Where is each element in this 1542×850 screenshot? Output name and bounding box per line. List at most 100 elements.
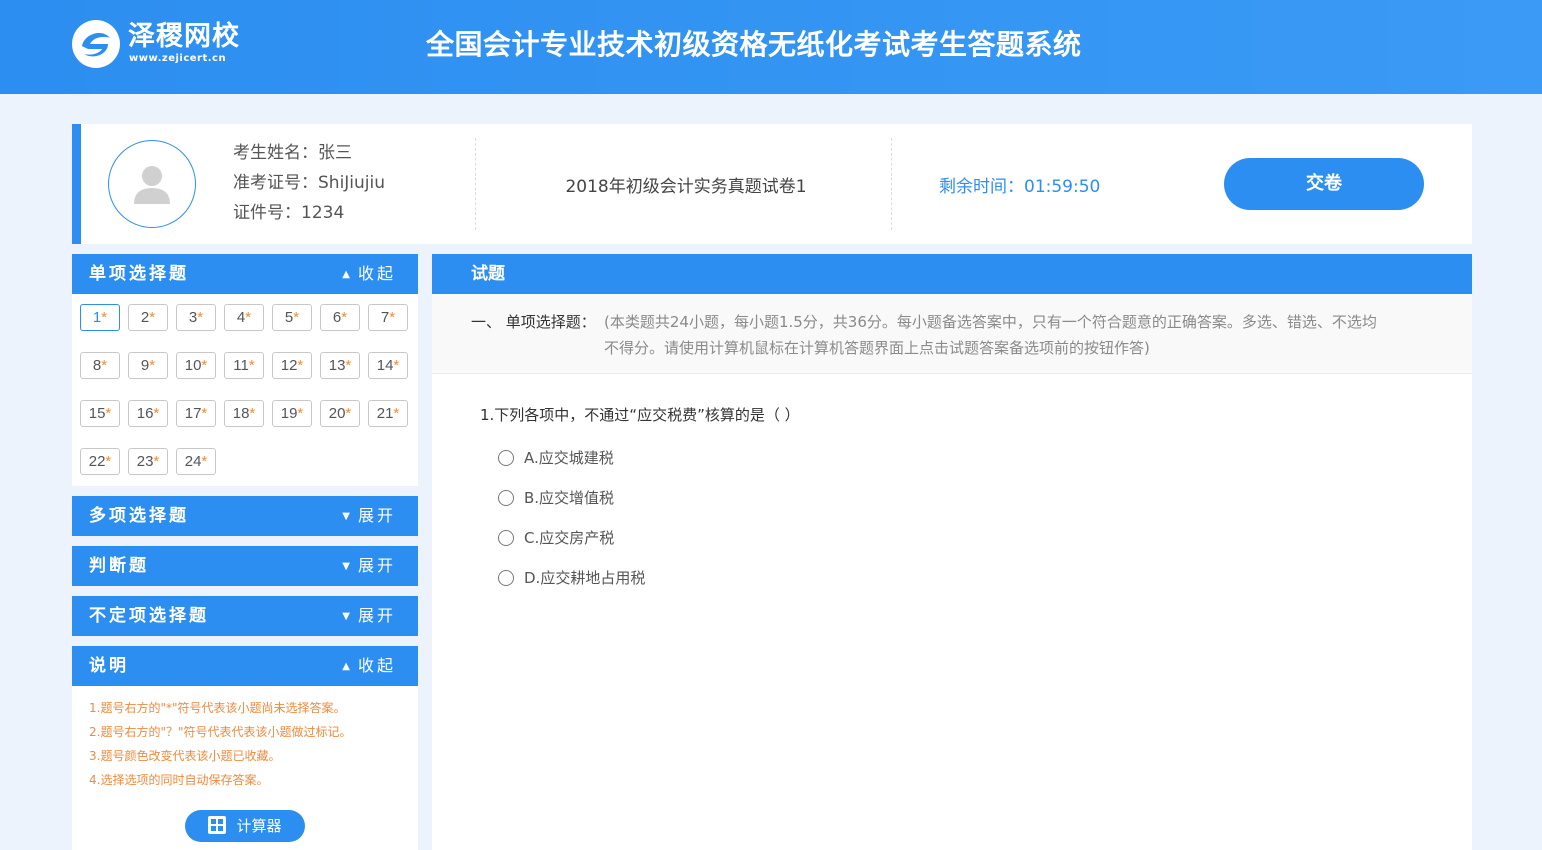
timer-label: 剩余时间： <box>939 177 1024 197</box>
question-number-button[interactable]: 2* <box>128 304 168 331</box>
question-number-button[interactable]: 21* <box>368 400 408 427</box>
unanswered-star-icon: * <box>249 405 256 422</box>
question-number-button[interactable]: 7* <box>368 304 408 331</box>
brand-name: 泽稷网校 <box>128 21 240 52</box>
question-number: 8 <box>92 357 102 374</box>
unanswered-star-icon: * <box>101 309 108 326</box>
caret-up-icon: ▲ <box>342 661 350 672</box>
unanswered-star-icon: * <box>149 309 156 326</box>
instructions-text: (本类题共24小题，每小题1.5分，共36分。每小题备选答案中，只有一个符合题意… <box>604 313 1377 331</box>
question-panel-title: 试题 <box>471 264 505 284</box>
calculator-button[interactable]: 计算器 <box>185 810 305 842</box>
question-panel-header: 试题 <box>432 254 1472 294</box>
radio-button[interactable] <box>498 490 514 506</box>
question-number: 18 <box>232 405 250 422</box>
toggle-label: 收起 <box>357 264 396 283</box>
unanswered-star-icon: * <box>345 405 352 422</box>
question-number: 15 <box>88 405 106 422</box>
question-number-button[interactable]: 22* <box>80 448 120 475</box>
submit-button[interactable]: 交卷 <box>1224 158 1424 210</box>
section-notes-header[interactable]: 说明 ▲ 收起 <box>72 646 418 686</box>
question-number: 21 <box>376 405 394 422</box>
question-stem: 1.下列各项中，不通过“应交税费”核算的是（ ） <box>480 406 800 424</box>
collapse-toggle[interactable]: ▲ 收起 <box>342 254 396 295</box>
question-number-button[interactable]: 5* <box>272 304 312 331</box>
question-number-button[interactable]: 15* <box>80 400 120 427</box>
expand-toggle[interactable]: ▼ 展开 <box>342 496 396 537</box>
unanswered-star-icon: * <box>393 405 400 422</box>
caret-down-icon: ▼ <box>342 611 350 622</box>
section-title: 多项选择题 <box>89 506 189 526</box>
candidate-name: 张三 <box>318 143 352 163</box>
question-number-button[interactable]: 18* <box>224 400 264 427</box>
question-number: 2 <box>140 309 150 326</box>
answer-option-b[interactable]: B.应交增值税 <box>498 488 614 508</box>
question-number: 7 <box>380 309 390 326</box>
toggle-label: 展开 <box>357 556 396 575</box>
expand-toggle[interactable]: ▼ 展开 <box>342 596 396 637</box>
question-number-button[interactable]: 1* <box>80 304 120 331</box>
unanswered-star-icon: * <box>197 309 204 326</box>
question-number: 19 <box>280 405 298 422</box>
brand-logo-icon <box>72 20 120 68</box>
section-single-choice-header[interactable]: 单项选择题 ▲ 收起 <box>72 254 418 294</box>
instructions-text: 不得分。请使用计算机鼠标在计算机答题界面上点击试题答案备选项前的按钮作答) <box>604 339 1150 357</box>
remaining-time: 剩余时间：01:59:50 <box>939 172 1100 197</box>
question-panel: 一、 单项选择题： (本类题共24小题，每小题1.5分，共36分。每小题备选答案… <box>432 294 1472 850</box>
question-number-button[interactable]: 13* <box>320 352 360 379</box>
question-number-button[interactable]: 3* <box>176 304 216 331</box>
question-number-button[interactable]: 20* <box>320 400 360 427</box>
question-number: 20 <box>328 405 346 422</box>
question-number-button[interactable]: 19* <box>272 400 312 427</box>
question-number: 3 <box>188 309 198 326</box>
question-number-button[interactable]: 24* <box>176 448 216 475</box>
collapse-toggle[interactable]: ▲ 收起 <box>342 646 396 687</box>
candidate-ticket-row: 准考证号：ShiJiujiu <box>233 171 385 195</box>
question-number-button[interactable]: 17* <box>176 400 216 427</box>
question-number-button[interactable]: 6* <box>320 304 360 331</box>
candidate-name-label: 考生姓名： <box>233 143 318 163</box>
candidate-id-row: 证件号：1234 <box>233 201 344 225</box>
note-item: 2.题号右方的"？"符号代表代表该小题做过标记。 <box>89 725 352 739</box>
answer-option-c[interactable]: C.应交房产税 <box>498 528 614 548</box>
brand-url: www.zejicert.cn <box>129 53 227 64</box>
question-number-button[interactable]: 4* <box>224 304 264 331</box>
unanswered-star-icon: * <box>105 405 112 422</box>
section-title: 说明 <box>89 656 129 676</box>
app-title: 全国会计专业技术初级资格无纸化考试考生答题系统 <box>426 28 1082 61</box>
question-number-button[interactable]: 12* <box>272 352 312 379</box>
question-number-button[interactable]: 23* <box>128 448 168 475</box>
question-number: 16 <box>136 405 154 422</box>
question-number-button[interactable]: 9* <box>128 352 168 379</box>
question-number-button[interactable]: 11* <box>224 352 264 379</box>
radio-button[interactable] <box>498 570 514 586</box>
calculator-icon <box>208 816 227 834</box>
unanswered-star-icon: * <box>245 309 252 326</box>
section-true-false-header[interactable]: 判断题 ▼ 展开 <box>72 546 418 586</box>
question-number: 17 <box>184 405 202 422</box>
question-number-button[interactable]: 16* <box>128 400 168 427</box>
section-indefinite-choice-header[interactable]: 不定项选择题 ▼ 展开 <box>72 596 418 636</box>
section-multiple-choice-header[interactable]: 多项选择题 ▼ 展开 <box>72 496 418 536</box>
radio-button[interactable] <box>498 450 514 466</box>
question-number: 14 <box>376 357 394 374</box>
question-number-button[interactable]: 14* <box>368 352 408 379</box>
section-title: 不定项选择题 <box>89 606 209 626</box>
instructions-section-label: 一、 单项选择题： <box>471 313 596 331</box>
expand-toggle[interactable]: ▼ 展开 <box>342 546 396 587</box>
note-item: 4.选择选项的同时自动保存答案。 <box>89 773 269 787</box>
question-number-button[interactable]: 10* <box>176 352 216 379</box>
candidate-ticket: ShiJiujiu <box>318 173 386 193</box>
question-number: 22 <box>88 453 106 470</box>
question-number: 11 <box>233 357 249 374</box>
candidate-name-row: 考生姓名：张三 <box>233 141 352 165</box>
unanswered-star-icon: * <box>153 405 160 422</box>
answer-option-d[interactable]: D.应交耕地占用税 <box>498 568 645 588</box>
unanswered-star-icon: * <box>345 357 352 374</box>
unanswered-star-icon: * <box>393 357 400 374</box>
answer-option-a[interactable]: A.应交城建税 <box>498 448 614 468</box>
unanswered-star-icon: * <box>201 405 208 422</box>
radio-button[interactable] <box>498 530 514 546</box>
question-number: 24 <box>184 453 202 470</box>
question-number-button[interactable]: 8* <box>80 352 120 379</box>
